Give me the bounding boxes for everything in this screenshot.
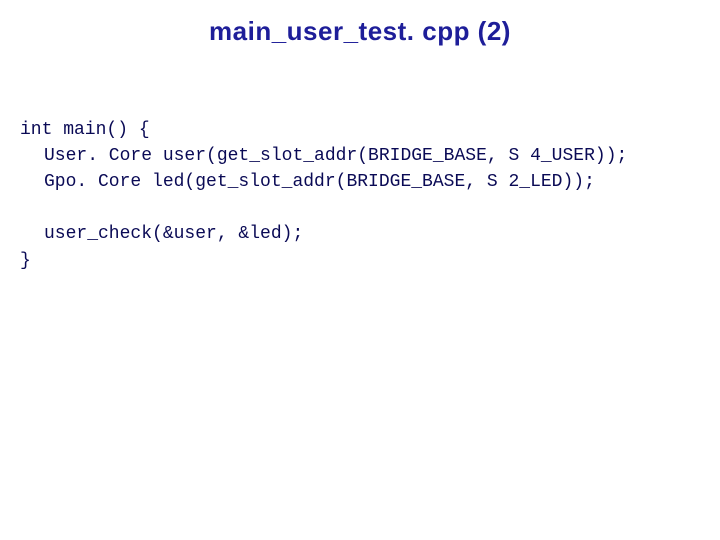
- code-line-2: User. Core user(get_slot_addr(BRIDGE_BAS…: [44, 146, 627, 166]
- code-line-5: user_check(&user, &led);: [44, 224, 303, 244]
- code-line-1: int main() {: [20, 120, 150, 140]
- code-block: int main() { User. Core user(get_slot_ad…: [20, 91, 700, 300]
- code-line-3: Gpo. Core led(get_slot_addr(BRIDGE_BASE,…: [44, 172, 595, 192]
- slide: main_user_test. cpp (2) int main() { Use…: [0, 0, 720, 540]
- page-title: main_user_test. cpp (2): [20, 16, 700, 47]
- code-line-6: }: [20, 251, 31, 271]
